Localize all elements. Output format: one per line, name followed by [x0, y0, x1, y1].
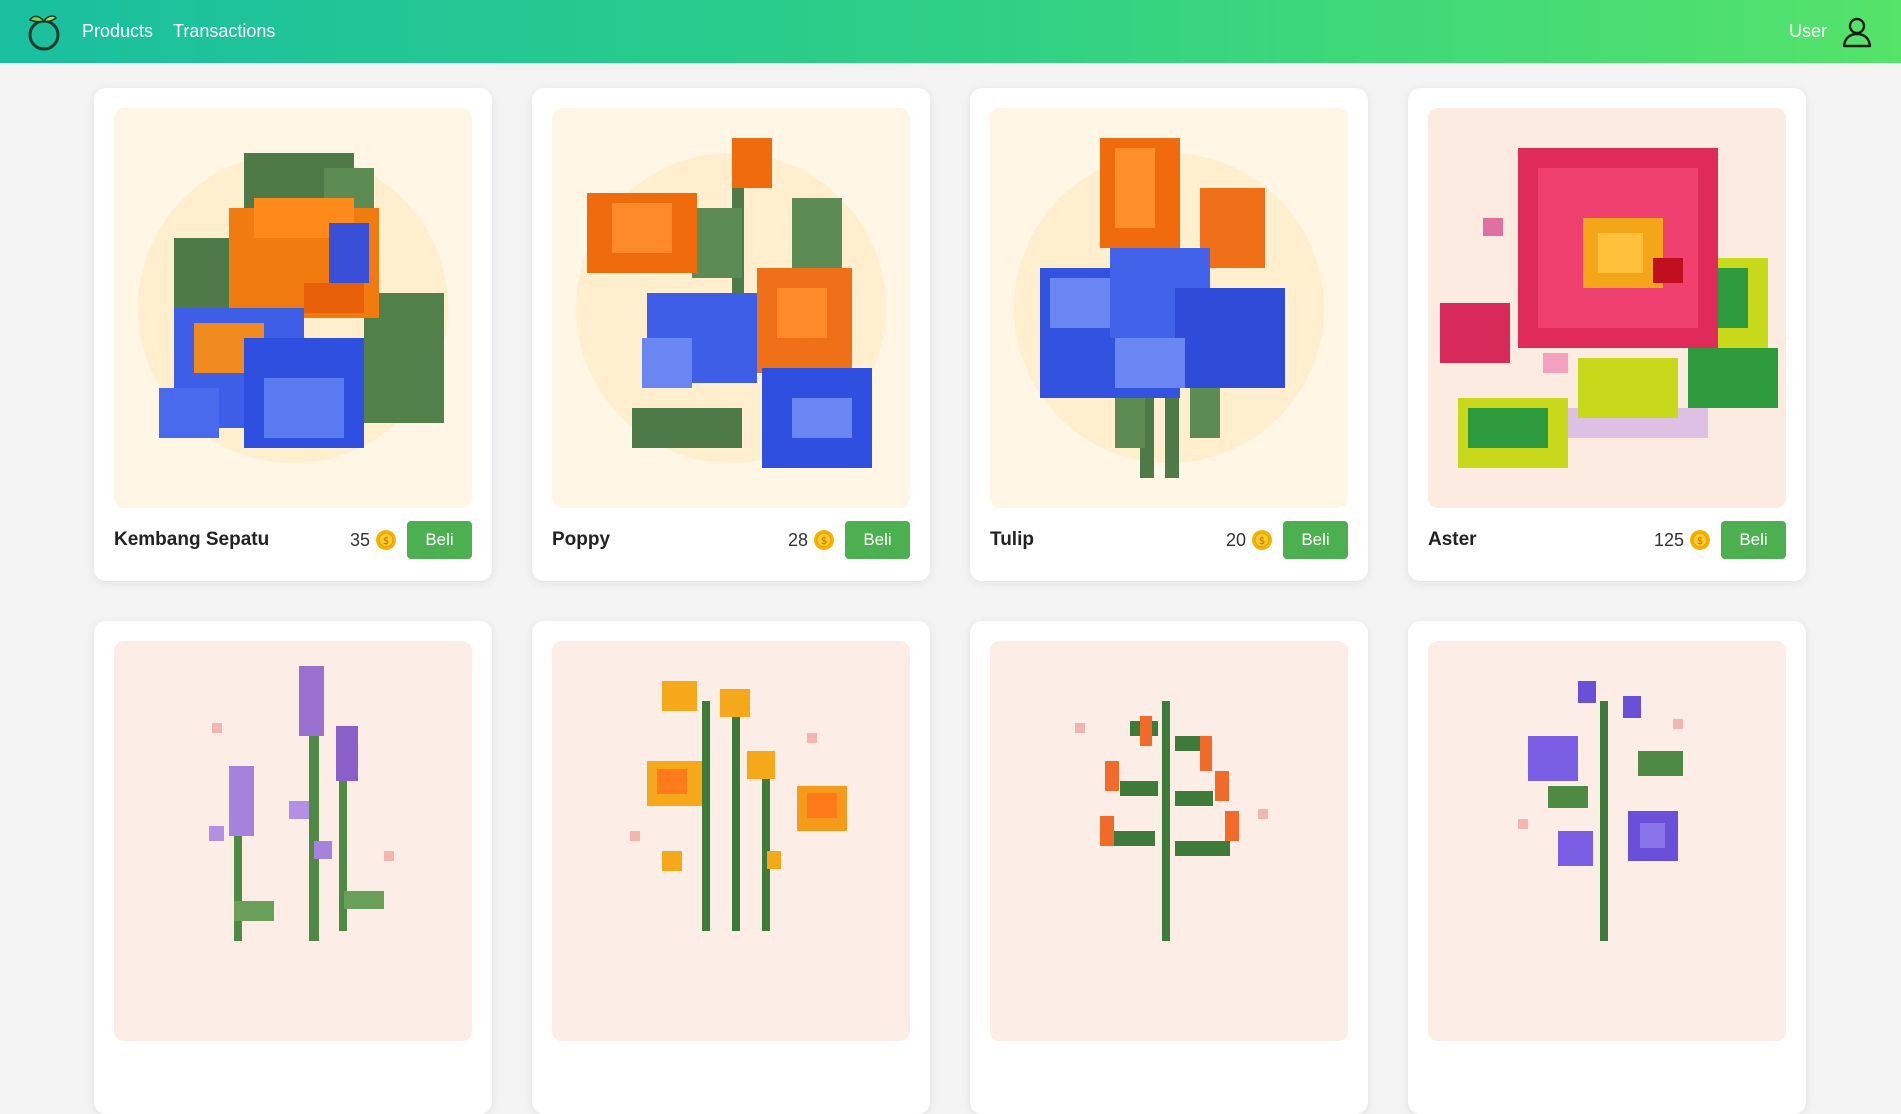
product-grid: Kembang Sepatu 35 $ Beli Poppy 28 $ Beli…: [94, 88, 1806, 1114]
user-label[interactable]: User: [1789, 21, 1827, 42]
card-footer: Kembang Sepatu 35 $ Beli: [114, 520, 472, 560]
svg-text:$: $: [821, 536, 827, 547]
top-navbar: Products Transactions User: [0, 0, 1901, 63]
price-value: 28: [787, 529, 808, 550]
svg-text:$: $: [383, 536, 389, 547]
hibiscus-image: [114, 108, 472, 508]
price-value: 20: [1225, 529, 1246, 550]
user-menu[interactable]: User: [1789, 14, 1875, 50]
coin-icon: $: [376, 530, 396, 550]
product-card: Kembang Sepatu 35 $ Beli: [94, 88, 492, 581]
product-card: Tulip 20 $ Beli: [970, 88, 1368, 581]
price-value: 125: [1653, 529, 1684, 550]
buy-button[interactable]: Beli: [407, 521, 472, 559]
product-price: 125 $: [1654, 529, 1711, 551]
product-name: Aster: [1428, 529, 1477, 550]
buy-button[interactable]: Beli: [1721, 521, 1786, 559]
aster-image: [1428, 108, 1786, 508]
card-footer: Tulip 20 $ Beli: [990, 520, 1348, 560]
product-card: [94, 621, 492, 1114]
orange-fern-image: [990, 641, 1348, 1041]
nav-link-products[interactable]: Products: [82, 21, 153, 42]
poppy-image: [552, 108, 910, 508]
product-card: [970, 621, 1368, 1114]
coin-icon: $: [814, 530, 834, 550]
svg-text:$: $: [1259, 536, 1265, 547]
card-footer: Poppy 28 $ Beli: [552, 520, 910, 560]
price-value: 35: [349, 529, 370, 550]
coin-icon: $: [1690, 530, 1710, 550]
product-name: Poppy: [552, 529, 611, 550]
tulip-image: [990, 108, 1348, 508]
product-price: 35 $: [350, 529, 397, 551]
buy-button[interactable]: Beli: [1283, 521, 1348, 559]
yellow-wildflower-image: [552, 641, 910, 1041]
buy-button[interactable]: Beli: [845, 521, 910, 559]
product-price: 20 $: [1226, 529, 1273, 551]
svg-text:$: $: [1697, 536, 1703, 547]
user-icon[interactable]: [1839, 14, 1875, 50]
product-card: [1408, 621, 1806, 1114]
product-name: Kembang Sepatu: [114, 529, 270, 550]
coin-icon: $: [1252, 530, 1272, 550]
nav-link-transactions[interactable]: Transactions: [173, 21, 275, 42]
card-footer: Aster 125 $ Beli: [1428, 520, 1786, 560]
product-price: 28 $: [788, 529, 835, 551]
product-card: Poppy 28 $ Beli: [532, 88, 930, 581]
purple-bellflower-image: [1428, 641, 1786, 1041]
brand-logo-icon[interactable]: [20, 8, 68, 56]
product-card: Aster 125 $ Beli: [1408, 88, 1806, 581]
product-name: Tulip: [990, 529, 1034, 550]
product-card: [532, 621, 930, 1114]
lavender-image: [114, 641, 472, 1041]
